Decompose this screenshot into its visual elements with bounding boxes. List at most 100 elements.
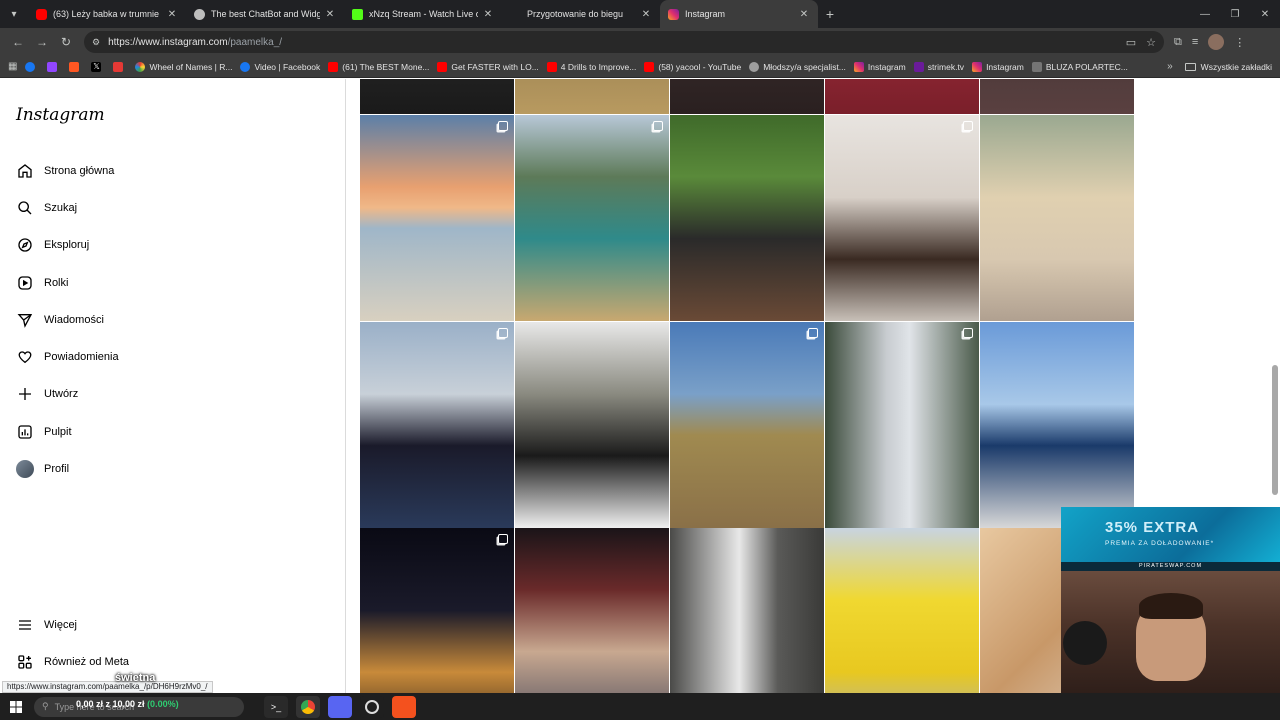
taskbar-apps: >_	[264, 695, 416, 718]
instagram-sidebar: Instagram Strona główna Szukaj Eksploruj…	[0, 79, 346, 693]
sidebar-item-label: Profil	[44, 463, 70, 476]
page-scrollbar[interactable]	[1272, 365, 1278, 495]
sidebar-item-dashboard[interactable]: Pulpit	[8, 413, 328, 450]
tab-search-chevron-icon[interactable]: ▾	[0, 0, 28, 28]
carousel-icon	[498, 328, 508, 338]
star-icon[interactable]: ☆	[1146, 36, 1156, 49]
post-thumbnail[interactable]	[360, 322, 514, 528]
instagram-logo[interactable]: Instagram	[16, 105, 105, 125]
more-bookmarks-icon[interactable]: »	[1167, 61, 1173, 72]
donation-ticker: 0,00 zł z 10,00 zł (0.00%)	[76, 699, 179, 709]
bookmark-item[interactable]	[113, 61, 127, 72]
sidebar-item-also-from-meta[interactable]: Również od Meta	[8, 643, 328, 680]
close-icon[interactable]: ✕	[640, 9, 652, 20]
sidebar-item-explore[interactable]: Eksploruj	[8, 227, 328, 264]
browser-tab[interactable]: The best ChatBot and Widgets ✕	[186, 0, 344, 28]
bookmark-label: 4 Drills to Improve...	[560, 61, 637, 72]
terminal-icon[interactable]: >_	[264, 695, 288, 718]
close-window-icon[interactable]: ✕	[1250, 9, 1280, 20]
site-info-icon[interactable]: ⚙	[92, 37, 100, 48]
browser-tab[interactable]: (63) Leży babka w trumnie płac ✕	[28, 0, 186, 28]
apps-grid-icon[interactable]: ▦	[8, 61, 17, 72]
bookmark-item[interactable]	[47, 61, 61, 72]
post-thumbnail[interactable]	[360, 528, 514, 693]
carousel-icon	[963, 121, 973, 131]
post-thumbnail[interactable]	[825, 528, 979, 693]
sidebar-item-reels[interactable]: Rolki	[8, 264, 328, 301]
bookmark-item[interactable]: Get FASTER with LO...	[437, 61, 539, 72]
post-thumbnail[interactable]	[670, 79, 824, 114]
address-bar[interactable]: ⚙ https://www.instagram.com/paamelka_/ ▭…	[84, 31, 1164, 53]
post-thumbnail[interactable]	[515, 79, 669, 114]
post-thumbnail[interactable]	[980, 322, 1134, 528]
restore-icon[interactable]: ❐	[1220, 9, 1250, 20]
sidebar-item-create[interactable]: Utwórz	[8, 376, 328, 413]
new-tab-button[interactable]: +	[818, 6, 842, 22]
post-thumbnail[interactable]	[515, 115, 669, 321]
all-bookmarks-button[interactable]: Wszystkie zakładki	[1184, 62, 1272, 72]
sidebar-item-profile[interactable]: Profil	[8, 450, 328, 487]
bookmark-label: Młodszy/a specjalist...	[763, 61, 846, 72]
app-icon[interactable]	[392, 695, 416, 718]
sidebar-item-label: Więcej	[44, 618, 78, 631]
bookmark-item[interactable]: strimek.tv	[913, 61, 964, 72]
bookmark-item[interactable]: Wheel of Names | R...	[135, 61, 232, 72]
media-controls-icon[interactable]: ≡	[1192, 36, 1198, 48]
folder-icon	[1184, 62, 1196, 71]
sidebar-item-search[interactable]: Szukaj	[8, 189, 328, 226]
browser-menu-icon[interactable]: ⋮	[1234, 36, 1245, 49]
extensions-icon[interactable]: ⧉	[1174, 36, 1182, 49]
shop-icon	[1031, 61, 1042, 72]
start-button[interactable]	[0, 693, 32, 720]
post-thumbnail[interactable]	[980, 79, 1134, 114]
bookmark-item[interactable]: 4 Drills to Improve...	[546, 61, 637, 72]
browser-tab[interactable]: xNzq Stream - Watch Live on K ✕	[344, 0, 502, 28]
post-thumbnail[interactable]	[825, 115, 979, 321]
bookmark-item[interactable]: (61) The BEST Mone...	[328, 61, 429, 72]
post-thumbnail[interactable]	[980, 115, 1134, 321]
bookmark-item[interactable]: (58) yacool - YouTube	[644, 61, 741, 72]
post-thumbnail[interactable]	[825, 322, 979, 528]
bookmark-item[interactable]: Instagram	[853, 61, 906, 72]
sidebar-item-notifications[interactable]: Powiadomienia	[8, 338, 328, 375]
post-thumbnail[interactable]	[515, 528, 669, 693]
bookmark-item[interactable]: 𝕏	[91, 61, 105, 72]
browser-tab-active[interactable]: Instagram ✕	[660, 0, 818, 28]
post-thumbnail[interactable]	[515, 322, 669, 528]
obs-icon[interactable]	[360, 695, 384, 718]
close-icon[interactable]: ✕	[166, 9, 178, 20]
sidebar-item-more[interactable]: Więcej	[8, 606, 328, 643]
globe-icon	[749, 61, 760, 72]
close-icon[interactable]: ✕	[324, 9, 336, 20]
post-thumbnail[interactable]	[360, 115, 514, 321]
bookmark-item[interactable]: Video | Facebook	[240, 61, 320, 72]
post-thumbnail[interactable]	[670, 115, 824, 321]
discord-icon[interactable]	[328, 695, 352, 718]
sidebar-item-messages[interactable]: Wiadomości	[8, 301, 328, 338]
post-thumbnail[interactable]	[360, 79, 514, 114]
bookmark-item[interactable]: BLUZA POLARTEC...	[1031, 61, 1128, 72]
close-icon[interactable]: ✕	[798, 9, 810, 20]
forward-button[interactable]: →	[30, 30, 54, 54]
taskbar-search[interactable]: ⚲ Type here to search 0,00 zł z 10,00 zł…	[34, 696, 244, 717]
sidebar-item-label: Powiadomienia	[44, 351, 119, 364]
browser-tab-bar: ▾ (63) Leży babka w trumnie płac ✕ The b…	[0, 0, 1280, 28]
bookmark-item[interactable]	[25, 61, 39, 72]
cast-icon[interactable]: ▭	[1126, 36, 1136, 49]
post-thumbnail[interactable]	[670, 322, 824, 528]
youtube-icon	[328, 61, 339, 72]
bookmark-item[interactable]: Młodszy/a specjalist...	[749, 61, 846, 72]
post-thumbnail[interactable]	[670, 528, 824, 693]
reload-button[interactable]: ↻	[54, 30, 78, 54]
carousel-icon	[963, 328, 973, 338]
minimize-icon[interactable]: —	[1190, 9, 1220, 20]
sidebar-item-home[interactable]: Strona główna	[8, 152, 328, 189]
chrome-icon[interactable]	[296, 695, 320, 718]
profile-avatar[interactable]	[1208, 34, 1225, 50]
bookmark-item[interactable]	[69, 61, 83, 72]
back-button[interactable]: ←	[6, 30, 30, 54]
browser-tab[interactable]: Przygotowanie do biegu ✕	[502, 0, 660, 28]
post-thumbnail[interactable]	[825, 79, 979, 114]
bookmark-item[interactable]: Instagram	[972, 61, 1024, 72]
close-icon[interactable]: ✕	[482, 9, 494, 20]
